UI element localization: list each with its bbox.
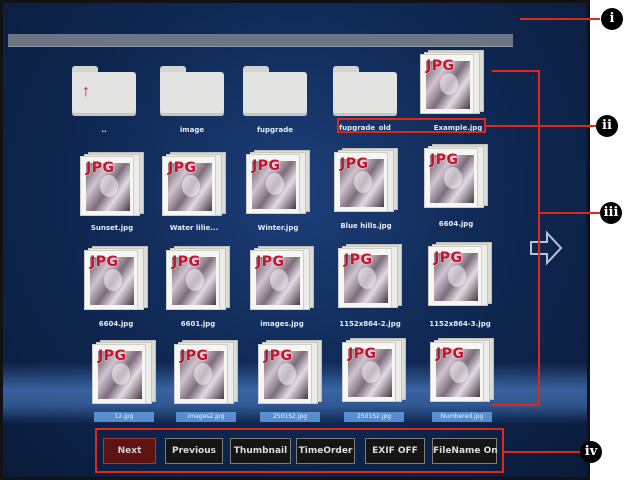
file-thumbnail[interactable]: JPG: [162, 152, 226, 216]
folder-fupgrade[interactable]: [243, 66, 307, 116]
file-label: Sunset.jpg: [90, 224, 134, 232]
folder-parent[interactable]: ↑: [72, 66, 136, 116]
jpg-badge: JPG: [430, 152, 459, 168]
jpg-badge: JPG: [426, 58, 455, 74]
callout-ii-badge: ii: [596, 115, 618, 137]
file-name-chip: 2501S2.jpg: [260, 412, 320, 422]
file-thumbnail[interactable]: JPG: [420, 50, 484, 114]
file-name-chip: 12.jpg: [94, 412, 154, 422]
folder-image-label: image: [179, 126, 205, 134]
jpg-badge: JPG: [264, 348, 293, 364]
next-button[interactable]: Next: [103, 438, 156, 464]
callout-iii-bracket-top: [492, 70, 540, 72]
file-name-chip: Numbered.jpg: [432, 412, 492, 422]
file-label: images.jpg: [260, 320, 304, 328]
file-thumbnail[interactable]: JPG: [250, 246, 314, 310]
filename-toggle-button[interactable]: FileName On: [432, 438, 498, 464]
jpg-badge: JPG: [344, 252, 373, 268]
jpg-badge: JPG: [348, 346, 377, 362]
file-thumbnail[interactable]: JPG: [338, 244, 402, 308]
file-label: 1152x864-3.jpg: [429, 320, 491, 328]
right-arrow-outline-icon[interactable]: [529, 230, 563, 266]
jpg-badge: JPG: [252, 158, 281, 174]
file-name-chip: 2501S2.jpg: [344, 412, 404, 422]
jpg-badge: JPG: [436, 346, 465, 362]
exif-toggle-button[interactable]: EXIF OFF: [365, 438, 425, 464]
file-thumbnail[interactable]: JPG: [92, 340, 156, 404]
file-thumbnail[interactable]: JPG: [430, 338, 494, 402]
file-thumbnail[interactable]: JPG: [84, 246, 148, 310]
callout-iii-bracket-side: [538, 70, 540, 406]
thumbnail-button[interactable]: Thumbnail: [230, 438, 291, 464]
previous-button[interactable]: Previous: [165, 438, 223, 464]
callout-i-line: [520, 18, 600, 20]
jpg-badge: JPG: [256, 254, 285, 270]
file-thumbnail[interactable]: JPG: [80, 152, 144, 216]
file-label: 6601.jpg: [180, 320, 216, 328]
jpg-badge: JPG: [98, 348, 127, 364]
file-label: Winter.jpg: [257, 224, 299, 232]
file-label: Water lilie...: [169, 224, 219, 232]
jpg-badge: JPG: [180, 348, 209, 364]
file-thumbnail[interactable]: JPG: [428, 242, 492, 306]
callout-ii-box: [337, 118, 486, 133]
file-label: 6604.jpg: [438, 220, 474, 228]
callout-iii-bracket-bottom: [492, 404, 540, 406]
jpg-badge: JPG: [168, 160, 197, 176]
callout-iii-line: [540, 212, 600, 214]
file-thumbnail[interactable]: JPG: [246, 150, 310, 214]
callout-iv-line: [504, 451, 580, 453]
folder-image[interactable]: [160, 66, 224, 116]
file-thumbnail[interactable]: JPG: [342, 338, 406, 402]
callout-iv-badge: iv: [580, 441, 602, 463]
jpg-badge: JPG: [434, 250, 463, 266]
jpg-badge: JPG: [340, 156, 369, 172]
file-thumbnail[interactable]: JPG: [334, 148, 398, 212]
callout-ii-line: [486, 125, 598, 127]
callout-iii-badge: iii: [600, 202, 622, 224]
file-label: 6604.jpg: [98, 320, 134, 328]
timeorder-button[interactable]: TimeOrder: [296, 438, 355, 464]
folder-fupgrade-old[interactable]: [333, 66, 397, 116]
folder-fupgrade-label: fupgrade: [257, 126, 293, 134]
file-thumbnail[interactable]: JPG: [166, 246, 230, 310]
file-name-chip: images2.jpg: [176, 412, 236, 422]
photo-browser-screen: ↑ .. image fupgrade fupgrade_old JPG Exa…: [0, 0, 590, 480]
top-status-bar: [8, 34, 513, 47]
file-label: Blue hills.jpg: [340, 222, 392, 230]
file-thumbnail[interactable]: JPG: [174, 340, 238, 404]
jpg-badge: JPG: [90, 254, 119, 270]
file-thumbnail[interactable]: JPG: [258, 340, 322, 404]
jpg-badge: JPG: [172, 254, 201, 270]
up-arrow-icon: ↑: [82, 83, 90, 100]
folder-parent-label: ..: [101, 126, 107, 134]
file-thumbnail[interactable]: JPG: [424, 144, 488, 208]
bottom-toolbar: Next Previous Thumbnail TimeOrder EXIF O…: [95, 428, 504, 473]
jpg-badge: JPG: [86, 160, 115, 176]
callout-i-badge: i: [601, 8, 623, 30]
file-label: 1152x864-2.jpg: [339, 320, 401, 328]
